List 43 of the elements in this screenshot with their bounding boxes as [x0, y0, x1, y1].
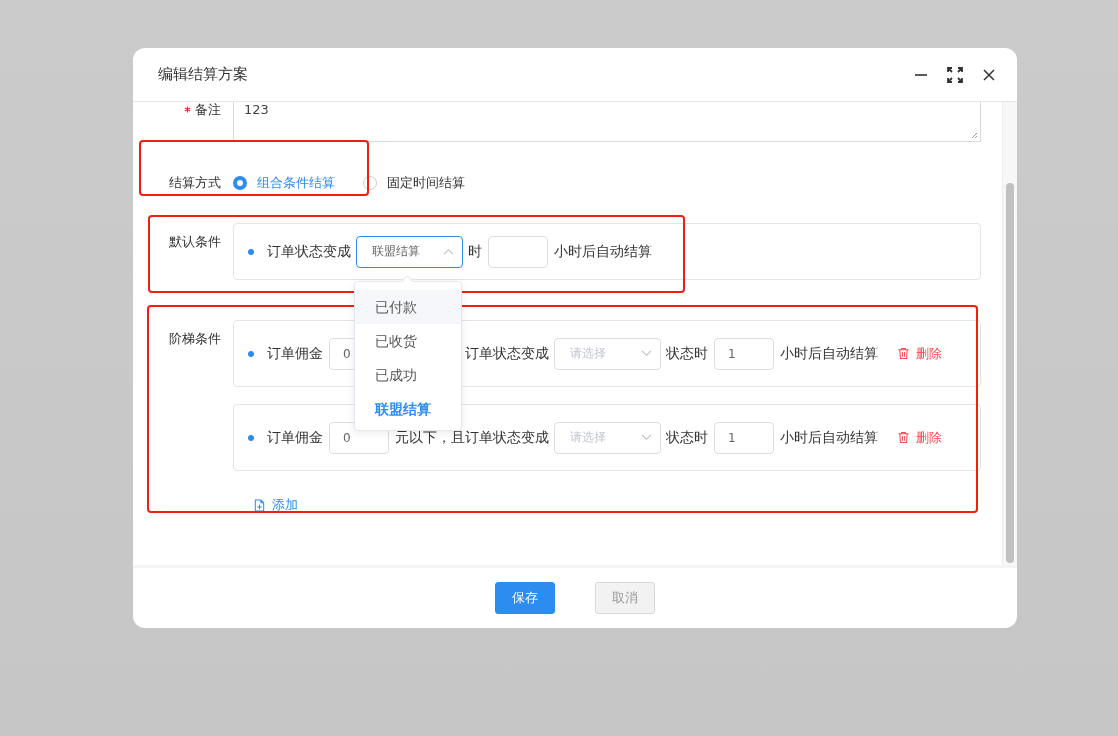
- hours-input[interactable]: [488, 235, 548, 268]
- close-icon[interactable]: [981, 66, 997, 83]
- chevron-icon: [641, 350, 652, 357]
- delete-button[interactable]: 删除: [897, 428, 942, 447]
- field-label: 默认条件: [169, 234, 221, 249]
- field-label: 阶梯条件: [169, 331, 221, 346]
- fullscreen-icon[interactable]: [947, 66, 963, 83]
- dropdown-option[interactable]: 已收货: [355, 324, 461, 358]
- bullet-icon: [248, 434, 254, 441]
- field-label: 结算方式: [169, 175, 221, 190]
- bullet-icon: [248, 248, 254, 255]
- dialog-title: 编辑结算方案: [158, 65, 248, 84]
- condition-text: 元以下，且订单状态变成: [395, 428, 549, 447]
- field-label: 备注: [195, 102, 221, 117]
- trash-icon: [897, 347, 910, 360]
- condition-text: 订单佣金: [267, 344, 323, 363]
- scrollbar-thumb[interactable]: [1006, 183, 1014, 563]
- condition-text: 状态时: [666, 344, 708, 363]
- add-button[interactable]: 添加: [253, 496, 298, 514]
- hours-input[interactable]: 1: [714, 421, 774, 454]
- condition-text: 订单佣金: [267, 428, 323, 447]
- trash-icon: [897, 431, 910, 444]
- bullet-icon: [248, 350, 254, 357]
- condition-text: 订单状态变成: [464, 344, 549, 363]
- dropdown-option[interactable]: 已成功: [355, 358, 461, 392]
- radio-option[interactable]: 组合条件结算: [233, 174, 335, 192]
- condition-text: 小时后自动结算: [780, 344, 878, 363]
- add-file-icon: [253, 498, 266, 512]
- radio-option[interactable]: 固定时间结算: [363, 174, 465, 192]
- remark-field[interactable]: 123: [233, 102, 981, 142]
- save-button[interactable]: 保存: [495, 582, 555, 614]
- condition-text: 状态时: [666, 428, 708, 447]
- resize-handle-icon[interactable]: [970, 131, 978, 139]
- hours-input[interactable]: 1: [714, 337, 774, 370]
- dropdown-option[interactable]: 已付款: [355, 290, 461, 324]
- condition-text: 小时后自动结算: [554, 242, 652, 261]
- condition-text: 时: [468, 242, 482, 261]
- chevron-icon: [641, 434, 652, 441]
- condition-text: 小时后自动结算: [780, 428, 878, 447]
- status-select[interactable]: 联盟结算: [356, 235, 463, 268]
- delete-button[interactable]: 删除: [897, 344, 942, 363]
- condition-text: 订单状态变成: [267, 242, 351, 261]
- chevron-icon: [443, 248, 454, 255]
